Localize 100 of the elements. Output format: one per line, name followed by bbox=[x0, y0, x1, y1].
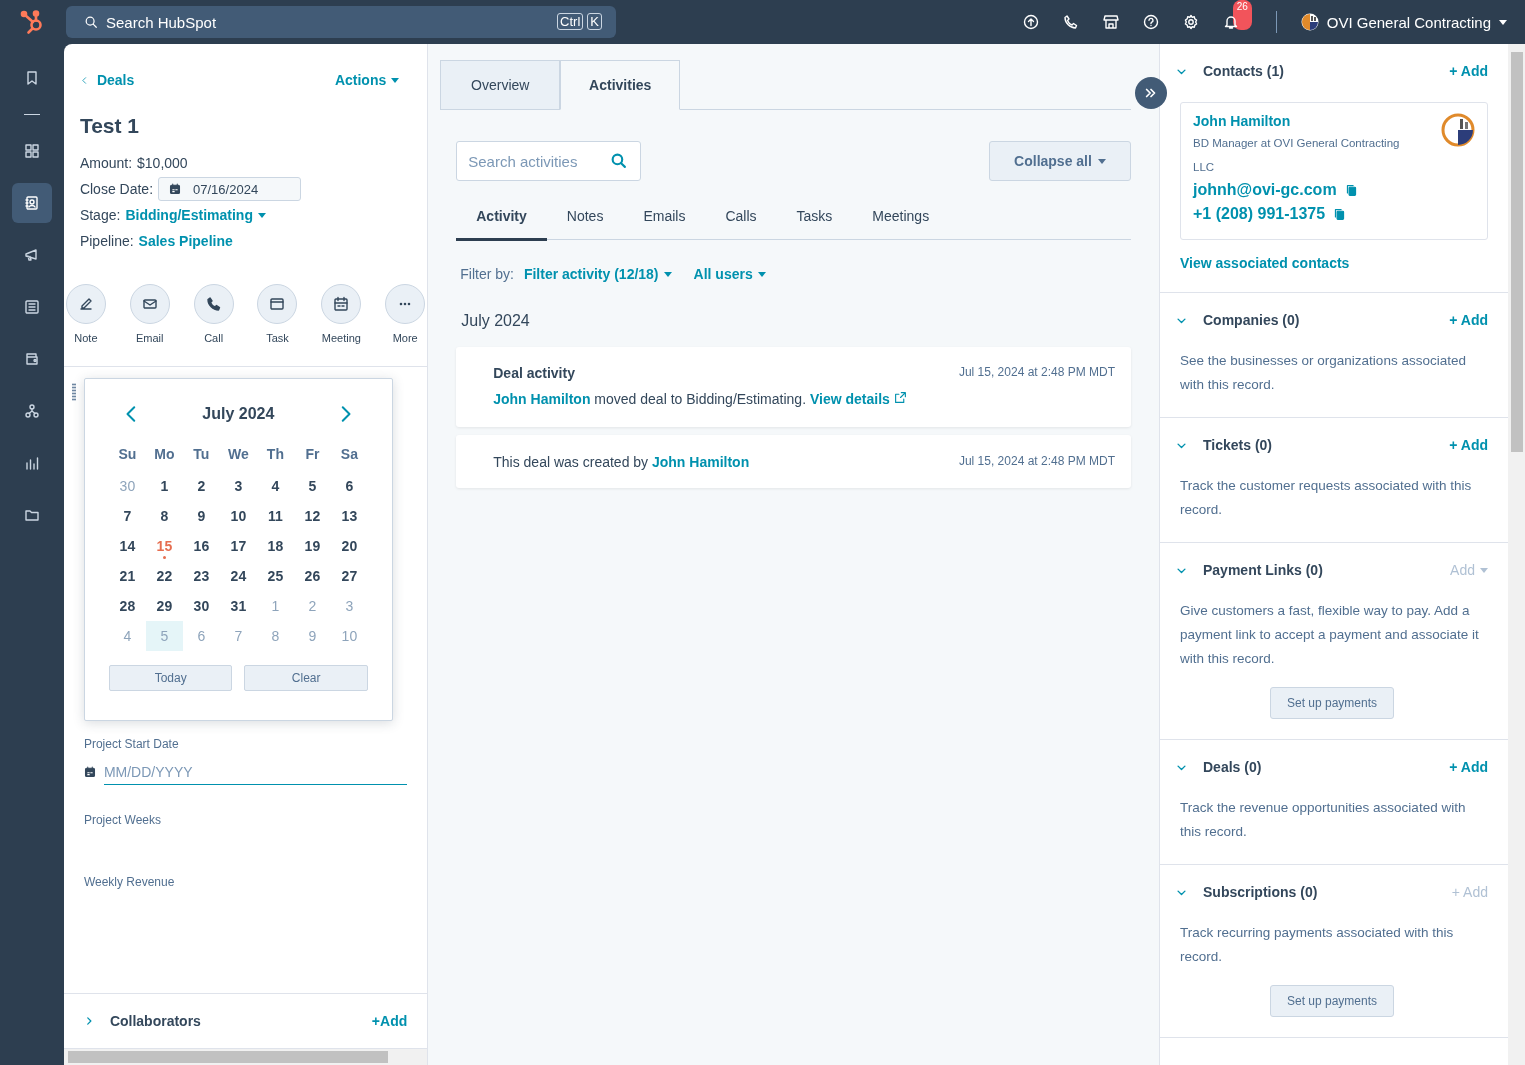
email-link[interactable]: johnh@ovi-gc.com bbox=[1193, 181, 1337, 199]
calendar-day[interactable]: 6 bbox=[330, 471, 368, 501]
calendar-day[interactable]: 27 bbox=[330, 561, 368, 591]
email-button[interactable] bbox=[129, 284, 170, 324]
settings-button[interactable] bbox=[1182, 14, 1199, 30]
calendar-day[interactable]: 11 bbox=[256, 501, 294, 531]
activity-tab[interactable]: Calls bbox=[705, 194, 777, 241]
calendar-day[interactable]: 29 bbox=[145, 591, 183, 621]
calendar-day[interactable]: 30 bbox=[182, 591, 220, 621]
calendar-day[interactable]: 24 bbox=[219, 561, 257, 591]
calendar-day[interactable]: 5 bbox=[293, 471, 331, 501]
calendar-day[interactable]: 7 bbox=[108, 501, 146, 531]
activity-tab[interactable]: Tasks bbox=[776, 194, 853, 241]
calendar-day[interactable]: 2 bbox=[182, 471, 220, 501]
add-link[interactable]: + Add bbox=[1449, 437, 1488, 453]
expand-sidebar-button[interactable] bbox=[1135, 77, 1168, 109]
activity-title: Deal activity bbox=[493, 365, 576, 381]
meeting-button[interactable] bbox=[321, 284, 362, 324]
section-description: Track the customer requests associated with this record. bbox=[1179, 477, 1473, 519]
note-button[interactable] bbox=[65, 284, 106, 324]
search-icon bbox=[84, 15, 98, 29]
back-link[interactable]: Deals bbox=[79, 72, 135, 88]
contact-link[interactable]: John Hamilton bbox=[493, 391, 591, 407]
contact-name[interactable]: John Hamilton bbox=[1193, 113, 1418, 129]
collapse-all-button[interactable]: Collapse all bbox=[989, 141, 1131, 181]
actions-dropdown[interactable]: Actions bbox=[334, 72, 400, 88]
calendar-day[interactable]: 12 bbox=[293, 501, 331, 531]
calendar-day[interactable]: 10 bbox=[219, 501, 257, 531]
calendar-day[interactable]: 22 bbox=[145, 561, 183, 591]
caret-icon bbox=[1097, 158, 1106, 164]
calendar-day[interactable]: 19 bbox=[293, 531, 331, 561]
date-field[interactable]: 07/16/2024 bbox=[158, 177, 302, 201]
window-icon bbox=[269, 296, 286, 312]
document-icon bbox=[23, 299, 40, 315]
calendar-day[interactable]: 20 bbox=[330, 531, 368, 561]
calendar-day[interactable]: 26 bbox=[293, 561, 331, 591]
task-button[interactable] bbox=[257, 284, 298, 324]
tab[interactable]: Overview bbox=[440, 60, 561, 110]
activity-search-field[interactable]: Search activities bbox=[456, 141, 642, 181]
action-label: Task bbox=[266, 332, 289, 344]
add-link[interactable]: +Add bbox=[371, 1013, 408, 1029]
marketplace-button[interactable] bbox=[1102, 14, 1119, 30]
users-dropdown[interactable]: All users bbox=[693, 266, 766, 282]
calendar-icon bbox=[83, 766, 96, 778]
add-link[interactable]: + Add bbox=[1449, 312, 1488, 328]
activity-tab[interactable]: Activity bbox=[456, 194, 547, 241]
calendar-day[interactable]: 21 bbox=[108, 561, 146, 591]
tab[interactable]: Activities bbox=[560, 60, 681, 110]
help-button[interactable] bbox=[1142, 14, 1159, 30]
calendar-day[interactable]: 8 bbox=[145, 501, 183, 531]
calendar-day[interactable]: 18 bbox=[256, 531, 294, 561]
today-button[interactable]: Today bbox=[108, 665, 233, 691]
calendar-day[interactable]: 4 bbox=[256, 471, 294, 501]
property-label: Pipeline: bbox=[79, 233, 134, 249]
contact-link[interactable]: John Hamilton bbox=[652, 454, 750, 470]
activity-tab[interactable]: Notes bbox=[546, 194, 624, 241]
notifications-button[interactable] bbox=[1222, 14, 1239, 30]
calendar-day[interactable]: 14 bbox=[108, 531, 146, 561]
nav-button[interactable] bbox=[11, 183, 52, 223]
stage-dropdown[interactable]: Bidding/Estimating bbox=[125, 207, 266, 223]
phone-link[interactable]: +1 (208) 991-1375 bbox=[1193, 205, 1326, 223]
field-label: Project Weeks bbox=[83, 813, 163, 827]
section-title: Subscriptions (0) bbox=[1203, 884, 1318, 900]
add-link[interactable]: + Add bbox=[1449, 63, 1488, 79]
calendar-day[interactable]: 1 bbox=[145, 471, 183, 501]
pipeline-link[interactable]: Sales Pipeline bbox=[138, 233, 233, 249]
calendar-day[interactable]: 25 bbox=[256, 561, 294, 591]
calendar-day[interactable]: 3 bbox=[219, 471, 257, 501]
account-menu[interactable]: OVI General Contracting bbox=[1300, 13, 1507, 31]
calendar-day[interactable]: 28 bbox=[108, 591, 146, 621]
external-link-icon bbox=[893, 391, 907, 404]
calendar-day[interactable]: 17 bbox=[219, 531, 257, 561]
property-label: Amount: bbox=[79, 155, 133, 171]
property-value: $10,000 bbox=[137, 155, 188, 171]
view-contacts-link[interactable]: View associated contacts bbox=[1180, 255, 1350, 271]
add-link[interactable]: + Add bbox=[1449, 759, 1488, 775]
bar-chart-icon bbox=[23, 455, 40, 471]
calendar-day[interactable]: 13 bbox=[330, 501, 368, 531]
upgrade-button[interactable] bbox=[1022, 14, 1039, 30]
folder-icon bbox=[23, 507, 40, 523]
activity-text: John Hamilton moved deal to Bidding/Estimating. View details bbox=[493, 391, 907, 407]
drag-handle-icon[interactable] bbox=[71, 383, 76, 401]
horizontal-scrollbar[interactable] bbox=[63, 1049, 428, 1065]
clear-button[interactable]: Clear bbox=[244, 665, 368, 691]
activity-tab[interactable]: Emails bbox=[623, 194, 706, 241]
pencil-icon bbox=[77, 296, 94, 312]
calendar-day[interactable]: 16 bbox=[182, 531, 220, 561]
calendar-day[interactable]: 9 bbox=[182, 501, 220, 531]
call-button[interactable] bbox=[193, 284, 234, 324]
activity-tab[interactable]: Meetings bbox=[852, 194, 950, 241]
vertical-scrollbar[interactable] bbox=[1508, 44, 1525, 1065]
details-link[interactable]: View details bbox=[809, 391, 907, 407]
month-title: July 2024 bbox=[202, 405, 275, 423]
calling-button[interactable] bbox=[1062, 14, 1079, 30]
action-label: Meeting bbox=[321, 332, 361, 344]
field-label: Weekly Revenue bbox=[83, 875, 176, 889]
section-title: Deals (0) bbox=[1203, 759, 1262, 775]
calendar-day[interactable]: 23 bbox=[182, 561, 220, 591]
section-title: Tickets (0) bbox=[1203, 437, 1272, 453]
calendar-day[interactable]: 31 bbox=[219, 591, 257, 621]
